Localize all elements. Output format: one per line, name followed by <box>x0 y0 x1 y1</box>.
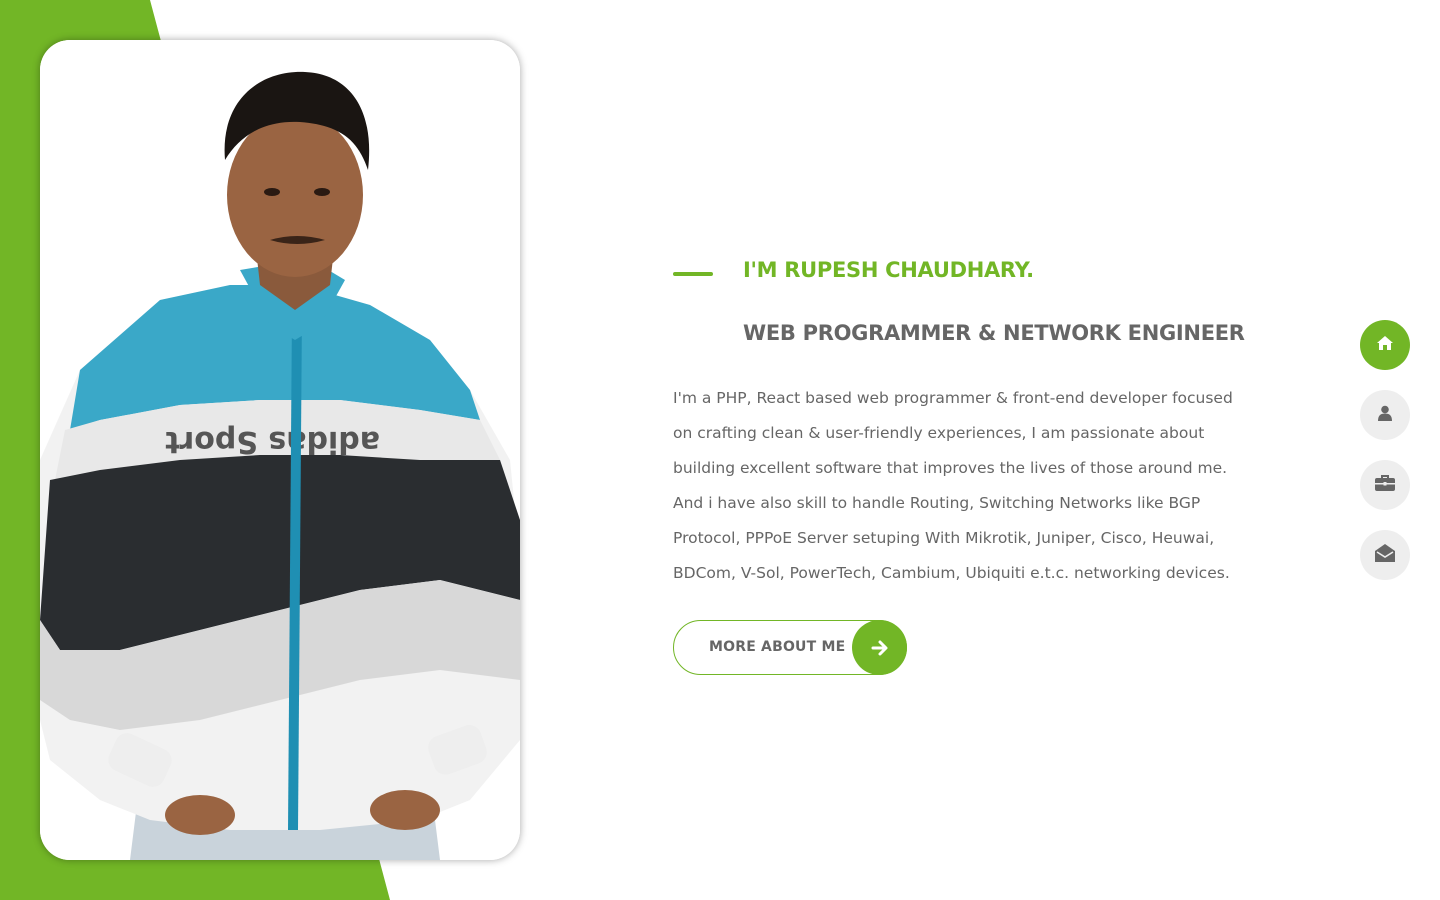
briefcase-icon <box>1375 475 1395 495</box>
home-icon <box>1376 335 1394 355</box>
title-accent-line <box>673 272 713 276</box>
more-about-me-button[interactable]: MORE ABOUT ME <box>673 620 907 675</box>
hero-description: I'm a PHP, React based web programmer & … <box>673 389 1233 582</box>
nav-about[interactable] <box>1360 390 1410 440</box>
hero-name-heading: I'M RUPESH CHAUDHARY. <box>743 258 1034 282</box>
more-about-me-label: MORE ABOUT ME <box>709 639 846 655</box>
arrow-right-icon <box>852 620 907 675</box>
hero-role-heading: WEB PROGRAMMER & NETWORK ENGINEER <box>743 321 1245 345</box>
nav-contact[interactable] <box>1360 530 1410 580</box>
profile-photo: adidas Sport <box>40 40 520 860</box>
user-icon <box>1378 405 1392 425</box>
envelope-open-icon <box>1375 544 1395 566</box>
nav-portfolio[interactable] <box>1360 460 1410 510</box>
hero-content: I'M RUPESH CHAUDHARY. WEB PROGRAMMER & N… <box>673 250 1245 582</box>
svg-text:adidas Sport: adidas Sport <box>165 424 380 459</box>
side-nav <box>1360 320 1410 600</box>
nav-home[interactable] <box>1360 320 1410 370</box>
title-row: I'M RUPESH CHAUDHARY. <box>673 250 1233 296</box>
